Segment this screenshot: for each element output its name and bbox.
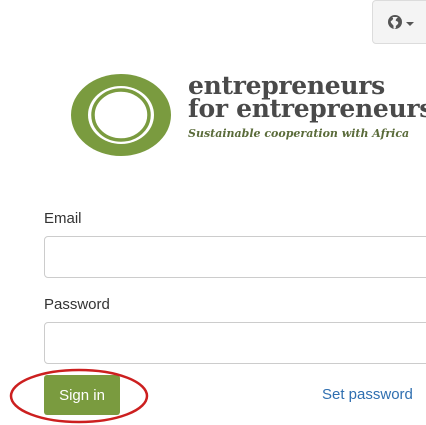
email-field[interactable] xyxy=(44,236,426,278)
password-field[interactable] xyxy=(44,322,426,364)
password-label: Password xyxy=(44,296,110,313)
language-selector-button[interactable] xyxy=(372,0,426,44)
login-page: entrepreneurs for entrepreneurs Sustaina… xyxy=(0,0,426,425)
logo-tagline: Sustainable cooperation with Africa xyxy=(188,127,410,140)
logo-wordmark: entrepreneurs for entrepreneurs Sustaina… xyxy=(188,73,426,140)
chevron-down-icon xyxy=(406,21,414,26)
set-password-link[interactable]: Set password xyxy=(322,386,413,403)
logo-line-2: for entrepreneurs xyxy=(188,94,426,123)
logo-mark-icon xyxy=(71,74,171,156)
brand-logo: entrepreneurs for entrepreneurs Sustaina… xyxy=(68,72,426,162)
sign-in-button[interactable]: Sign in xyxy=(44,375,120,415)
globe-icon xyxy=(387,14,403,30)
email-label: Email xyxy=(44,210,82,227)
